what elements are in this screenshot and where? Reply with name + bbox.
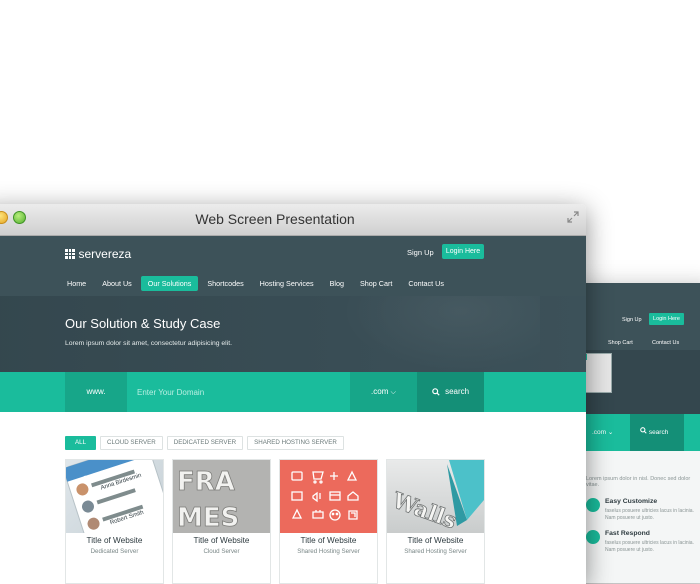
card-subtitle: Shared Hosting Server bbox=[297, 548, 360, 555]
hero-subtitle: Lorem ipsum dolor sit amet, consectetur … bbox=[65, 340, 232, 347]
hero-banner bbox=[0, 296, 586, 372]
card-title: Title of Website bbox=[193, 536, 250, 545]
bg-nav-item-shop-cart[interactable]: Shop Cart bbox=[608, 340, 633, 346]
nav-item-shortcodes[interactable]: Shortcodes bbox=[200, 276, 250, 291]
hero-title: Our Solution & Study Case bbox=[65, 316, 221, 331]
bg-search-button[interactable]: search bbox=[630, 414, 684, 451]
bg-tld-value: .com bbox=[592, 429, 607, 436]
search-button-label: search bbox=[445, 387, 470, 396]
card-thumbnail: Contacts Anna Birdesmin Robert Smith bbox=[66, 460, 163, 533]
search-button[interactable]: search bbox=[417, 372, 484, 412]
hero-background-photo bbox=[340, 296, 540, 372]
portfolio-card[interactable]: Title of Website Shared Hosting Server bbox=[279, 459, 378, 584]
tld-value: .com bbox=[371, 387, 389, 396]
portfolio-card[interactable]: Contacts Anna Birdesmin Robert Smith Tit… bbox=[65, 459, 164, 584]
card-thumbnail: Walls bbox=[387, 460, 484, 533]
main-nav: Home About Us Our Solutions Shortcodes H… bbox=[60, 276, 453, 291]
card-title: Title of Website bbox=[407, 536, 464, 545]
nav-item-home[interactable]: Home bbox=[60, 276, 93, 291]
window-titlebar: Web Screen Presentation bbox=[0, 204, 586, 236]
bg-feature-title: Fast Respond bbox=[605, 530, 650, 537]
window-title: Web Screen Presentation bbox=[195, 211, 355, 227]
card-subtitle: Shared Hosting Server bbox=[404, 548, 467, 555]
nav-item-about-us[interactable]: About Us bbox=[95, 276, 139, 291]
logo-icon bbox=[65, 249, 75, 259]
card-title: Title of Website bbox=[86, 536, 143, 545]
filter-cloud-server[interactable]: CLOUD SERVER bbox=[100, 436, 163, 450]
chevron-down-icon: ⌄ bbox=[607, 429, 614, 436]
bg-feature-desc: faselus posuere ultricies lacus in lacin… bbox=[605, 540, 694, 553]
lock-icon bbox=[586, 498, 600, 512]
bg-nav-item-contact-us[interactable]: Contact Us bbox=[652, 340, 679, 346]
bg-tld-select[interactable]: .com ⌄ bbox=[592, 428, 613, 436]
card-subtitle: Dedicated Server bbox=[90, 548, 139, 555]
bg-signup-link[interactable]: Sign Up bbox=[622, 317, 642, 323]
signup-link[interactable]: Sign Up bbox=[407, 248, 434, 257]
bolt-icon bbox=[586, 530, 600, 544]
thumb-word: MES bbox=[177, 503, 239, 533]
bg-feature-title: Easy Customize bbox=[605, 498, 658, 505]
frames-letters-image: FRA MES bbox=[177, 467, 240, 533]
nav-item-contact-us[interactable]: Contact Us bbox=[401, 276, 451, 291]
chevron-down-icon: ⌵ bbox=[390, 389, 396, 396]
bg-intro-text: Lorem ipsum dolor in nisl. Donec sed dol… bbox=[586, 476, 691, 488]
bg-feature-desc: faselus posuere ultricies lacus in lacin… bbox=[605, 508, 694, 521]
filter-all[interactable]: ALL bbox=[65, 436, 97, 450]
nav-item-blog[interactable]: Blog bbox=[323, 276, 351, 291]
filter-dedicated-server[interactable]: DEDICATED SERVER bbox=[166, 436, 244, 450]
bg-login-button[interactable]: Login Here bbox=[649, 313, 684, 325]
card-subtitle: Cloud Server bbox=[203, 548, 240, 555]
bg-search-button-label: search bbox=[648, 429, 669, 436]
thumb-word: FRA bbox=[177, 467, 235, 497]
fullscreen-icon[interactable] bbox=[566, 210, 580, 224]
login-button[interactable]: Login Here bbox=[442, 244, 484, 259]
contacts-app-image: Contacts Anna Birdesmin Robert Smith bbox=[66, 460, 163, 533]
filter-shared-hosting-server[interactable]: SHARED HOSTING SERVER bbox=[247, 436, 344, 450]
browser-window: Web Screen Presentation servereza Sign U… bbox=[0, 204, 586, 584]
logo-text: servereza bbox=[78, 247, 132, 261]
card-thumbnail bbox=[280, 460, 377, 533]
portfolio-card[interactable]: Walls Title of Website Shared Hosting Se… bbox=[386, 459, 485, 584]
icon-set-image bbox=[291, 470, 359, 521]
walls-sign-image: Walls bbox=[388, 460, 484, 533]
portfolio-card[interactable]: FRA MES Title of Website Cloud Server bbox=[172, 459, 271, 584]
tld-select[interactable]: .com ⌵ bbox=[350, 372, 417, 412]
card-title: Title of Website bbox=[300, 536, 357, 545]
domain-prefix: www. bbox=[65, 372, 127, 412]
nav-item-our-solutions[interactable]: Our Solutions bbox=[140, 276, 199, 291]
site-logo[interactable]: servereza bbox=[65, 247, 131, 261]
search-icon bbox=[640, 427, 647, 434]
search-icon bbox=[432, 388, 440, 396]
nav-item-shop-cart[interactable]: Shop Cart bbox=[353, 276, 399, 291]
nav-item-hosting-services[interactable]: Hosting Services bbox=[253, 276, 321, 291]
card-thumbnail: FRA MES bbox=[173, 460, 270, 533]
domain-input[interactable] bbox=[127, 372, 350, 412]
portfolio-filters: ALL CLOUD SERVER DEDICATED SERVER SHARED… bbox=[65, 436, 348, 450]
thumb-word: Walls bbox=[388, 487, 460, 533]
